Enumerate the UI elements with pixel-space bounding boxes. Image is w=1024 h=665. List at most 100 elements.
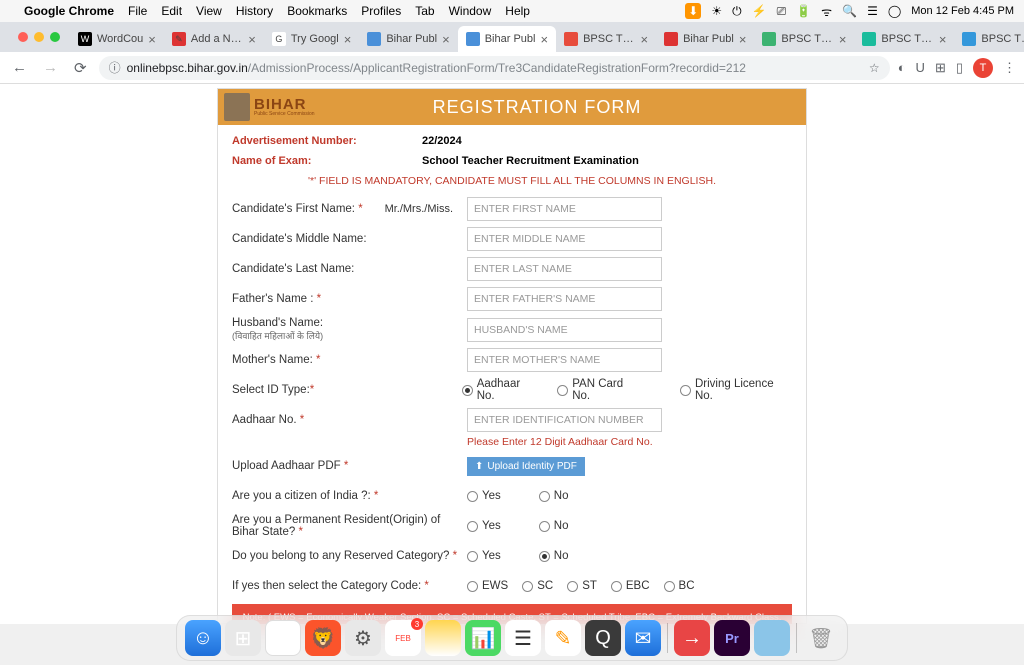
close-icon[interactable]: × [442, 32, 450, 47]
middlename-input[interactable]: ENTER MIDDLE NAME [467, 227, 662, 251]
reserved-yes[interactable]: Yes [467, 550, 501, 562]
battery-icon[interactable]: 🔋 [796, 4, 811, 18]
aadhaar-input[interactable]: ENTER IDENTIFICATION NUMBER [467, 408, 662, 432]
minimize-window-button[interactable] [34, 32, 44, 42]
quicktime-icon[interactable]: Q [585, 620, 621, 656]
mother-input[interactable]: ENTER MOTHER'S NAME [467, 348, 662, 372]
reload-button[interactable]: ⟳ [70, 55, 91, 81]
menu-help[interactable]: Help [505, 4, 530, 18]
bihar-logo: BIHARPublic Service Commission [218, 93, 328, 121]
toggle-icon[interactable]: ⏻ [732, 4, 742, 19]
back-button[interactable]: ← [8, 55, 31, 80]
close-icon[interactable]: × [839, 32, 847, 47]
resident-yes[interactable]: Yes [467, 520, 501, 532]
resident-no[interactable]: No [539, 520, 569, 532]
menu-window[interactable]: Window [449, 4, 492, 18]
cat-ews[interactable]: EWS [467, 580, 508, 592]
cat-sc[interactable]: SC [522, 580, 553, 592]
site-info-icon[interactable]: ⓘ [109, 59, 121, 76]
notes-icon[interactable] [425, 620, 461, 656]
father-input[interactable]: ENTER FATHER'S NAME [467, 287, 662, 311]
pages-icon[interactable]: ✎ [545, 620, 581, 656]
trash-icon[interactable]: 🗑 [803, 620, 839, 656]
cat-st[interactable]: ST [567, 580, 597, 592]
close-icon[interactable]: × [344, 32, 352, 47]
menu-bookmarks[interactable]: Bookmarks [287, 4, 347, 18]
firstname-input[interactable]: ENTER FIRST NAME [467, 197, 662, 221]
premiere-icon[interactable]: Pr [714, 620, 750, 656]
reminders-icon[interactable]: ☰ [505, 620, 541, 656]
ext-icon-2[interactable]: U [916, 60, 925, 75]
cat-ebc[interactable]: EBC [611, 580, 650, 592]
close-icon[interactable]: × [939, 32, 947, 47]
ext-icon-4[interactable]: ▯ [956, 60, 963, 76]
macos-dock: ☺ ⊞ ◉ 🦁 ⚙ FEB 📊 ☰ ✎ Q ✉ → Pr 🗑 [176, 615, 848, 661]
numbers-icon[interactable]: 📊 [465, 620, 501, 656]
radio-aadhaar[interactable]: Aadhaar No. [462, 378, 540, 402]
wifi-icon[interactable]: ᯤ [821, 3, 832, 20]
app-name[interactable]: Google Chrome [24, 4, 114, 18]
citizen-yes[interactable]: Yes [467, 490, 501, 502]
close-icon[interactable]: × [540, 32, 548, 47]
reserved-label: Do you belong to any Reserved Category? [232, 550, 449, 562]
bookmark-icon[interactable]: ☆ [869, 61, 880, 75]
display-icon[interactable]: ⎚ [777, 4, 787, 19]
tab-4-active[interactable]: Bihar Publ× [458, 26, 556, 52]
tab-9[interactable]: BPSC TRE× [954, 26, 1024, 52]
menu-icon[interactable]: ⋮ [1003, 60, 1016, 76]
finder-icon[interactable]: ☺ [185, 620, 221, 656]
close-window-button[interactable] [18, 32, 28, 42]
datetime[interactable]: Mon 12 Feb 4:45 PM [911, 5, 1014, 17]
upload-button[interactable]: ⬆Upload Identity PDF [467, 457, 585, 476]
brave-icon[interactable]: 🦁 [305, 620, 341, 656]
calendar-icon[interactable]: FEB [385, 620, 421, 656]
close-icon[interactable]: × [739, 32, 747, 47]
download-icon[interactable]: ⬇ [685, 3, 701, 19]
menu-file[interactable]: File [128, 4, 147, 18]
control-center-icon[interactable]: ☰ [867, 4, 878, 18]
citizen-no[interactable]: No [539, 490, 569, 502]
chrome-icon[interactable]: ◉ [265, 620, 301, 656]
lastname-input[interactable]: ENTER LAST NAME [467, 257, 662, 281]
reserved-no[interactable]: No [539, 550, 569, 562]
siri-icon[interactable]: ◯ [888, 4, 901, 18]
menu-profiles[interactable]: Profiles [361, 4, 401, 18]
app-icon-2[interactable] [754, 620, 790, 656]
registration-form: BIHARPublic Service Commission REGISTRAT… [217, 88, 807, 624]
menu-view[interactable]: View [196, 4, 222, 18]
aadhaar-error: Please Enter 12 Digit Aadhaar Card No. [467, 436, 792, 448]
radio-pan[interactable]: PAN Card No. [557, 378, 642, 402]
menu-history[interactable]: History [236, 4, 273, 18]
tab-7[interactable]: BPSC TRE× [754, 26, 854, 52]
macos-menubar: Google Chrome File Edit View History Boo… [0, 0, 1024, 22]
tab-1[interactable]: ✎Add a New× [164, 26, 264, 52]
app-icon-1[interactable]: → [674, 620, 710, 656]
sun-icon[interactable]: ☀ [711, 4, 722, 18]
tab-8[interactable]: BPSC TRE× [854, 26, 954, 52]
close-icon[interactable]: × [248, 32, 256, 47]
cat-bc[interactable]: BC [664, 580, 695, 592]
close-icon[interactable]: × [148, 32, 156, 47]
husband-input[interactable]: HUSBAND'S NAME [467, 318, 662, 342]
settings-icon[interactable]: ⚙ [345, 620, 381, 656]
mail-icon[interactable]: ✉ [625, 620, 661, 656]
profile-avatar[interactable]: T [973, 58, 993, 78]
ext-icon-1[interactable]: ◐ [898, 60, 906, 75]
tab-0[interactable]: WWordCou× [70, 26, 164, 52]
menu-tab[interactable]: Tab [415, 4, 434, 18]
tab-3[interactable]: Bihar Publ× [359, 26, 457, 52]
launchpad-icon[interactable]: ⊞ [225, 620, 261, 656]
tab-6[interactable]: Bihar Publ× [656, 26, 754, 52]
father-label: Father's Name : [232, 293, 313, 305]
menu-edit[interactable]: Edit [161, 4, 182, 18]
tab-5[interactable]: BPSC TRE× [556, 26, 656, 52]
tab-2[interactable]: GTry Googl× [264, 26, 359, 52]
radio-dl[interactable]: Driving Licence No. [680, 378, 792, 402]
forward-button[interactable]: → [39, 55, 62, 80]
address-bar[interactable]: ⓘ onlinebpsc.bihar.gov.in/AdmissionProce… [99, 56, 890, 80]
search-icon[interactable]: 🔍 [842, 4, 857, 18]
bluetooth-icon[interactable]: ⚡ [752, 4, 767, 18]
ext-icon-3[interactable]: ⊞ [935, 60, 946, 76]
close-icon[interactable]: × [640, 32, 648, 47]
maximize-window-button[interactable] [50, 32, 60, 42]
